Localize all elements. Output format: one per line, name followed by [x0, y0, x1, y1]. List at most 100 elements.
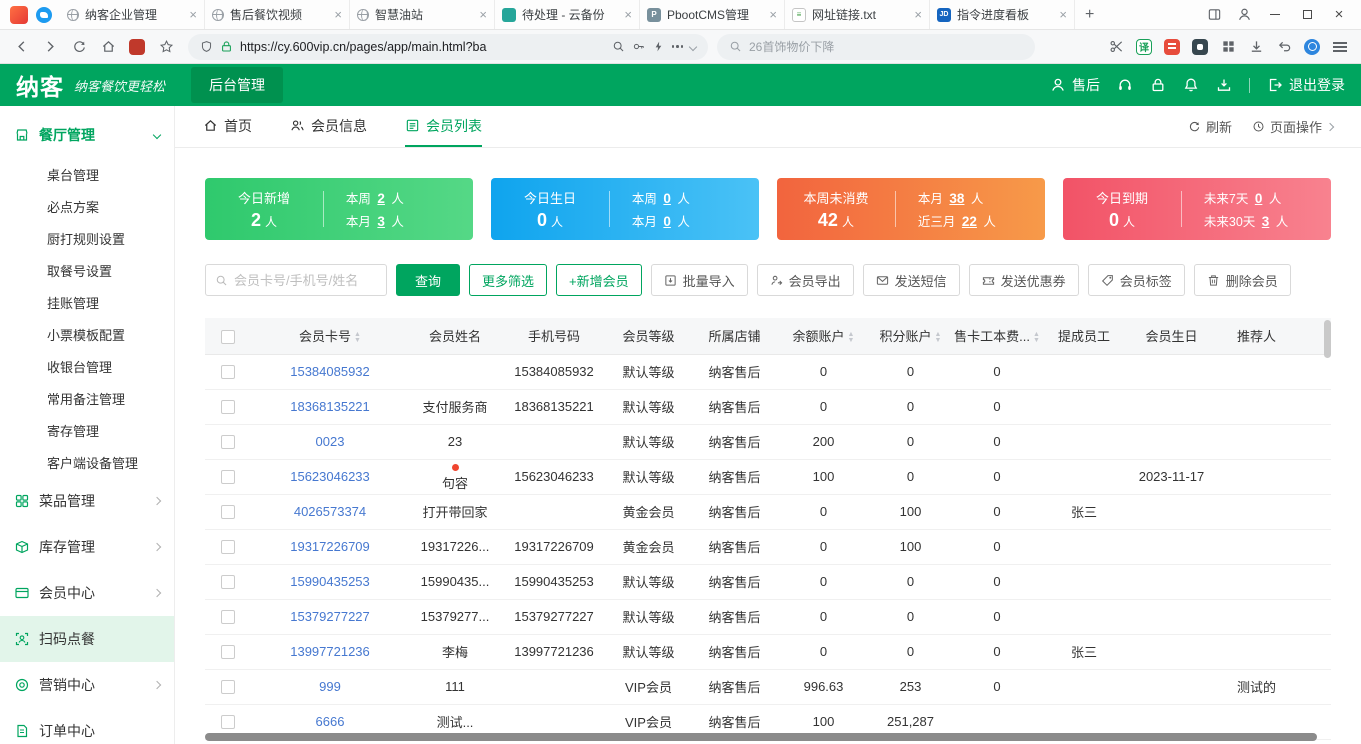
browser-tab[interactable]: JD指令进度看板×: [930, 0, 1075, 29]
more-icon[interactable]: [672, 45, 684, 48]
row-checkbox[interactable]: [221, 680, 235, 694]
site-info-icon[interactable]: [200, 40, 213, 53]
member-export-button[interactable]: 会员导出: [757, 264, 854, 296]
sidebar-subitem[interactable]: 客户端设备管理: [0, 446, 174, 478]
menu-icon[interactable]: [1327, 34, 1353, 60]
tab-close-icon[interactable]: ×: [769, 7, 777, 22]
lock-screen-icon[interactable]: [1150, 77, 1166, 93]
row-checkbox[interactable]: [221, 715, 235, 729]
quick-access-icon[interactable]: [652, 40, 665, 53]
download-center-icon[interactable]: [1216, 77, 1232, 93]
column-header[interactable]: 手机号码: [500, 318, 608, 354]
refresh-button[interactable]: 刷新: [1188, 117, 1232, 136]
row-checkbox[interactable]: [221, 435, 235, 449]
select-all-checkbox[interactable]: [221, 330, 235, 344]
forward-button[interactable]: [37, 34, 63, 60]
browser-tab[interactable]: PPbootCMS管理×: [640, 0, 785, 29]
browser-search-box[interactable]: 26首饰物价下降: [717, 34, 1035, 60]
close-button[interactable]: ×: [1323, 0, 1355, 30]
column-header[interactable]: 余额账户▲▼: [780, 318, 867, 354]
download-icon[interactable]: [1243, 34, 1269, 60]
member-tag-button[interactable]: 会员标签: [1088, 264, 1185, 296]
member-card-link[interactable]: 13997721236: [290, 644, 370, 659]
row-checkbox[interactable]: [221, 540, 235, 554]
more-filter-button[interactable]: 更多筛选: [469, 264, 547, 296]
sidebar-subitem[interactable]: 小票模板配置: [0, 318, 174, 350]
sort-icon[interactable]: ▲▼: [354, 332, 361, 344]
member-card-link[interactable]: 19317226709: [290, 539, 370, 554]
column-header[interactable]: 售卡工本费...▲▼: [954, 318, 1040, 354]
reload-button[interactable]: [66, 34, 92, 60]
dark-extension-icon[interactable]: [1192, 39, 1208, 55]
query-button[interactable]: 查询: [396, 264, 460, 296]
row-checkbox[interactable]: [221, 645, 235, 659]
member-card-link[interactable]: 15379277227: [290, 609, 370, 624]
tab-close-icon[interactable]: ×: [914, 7, 922, 22]
row-checkbox[interactable]: [221, 505, 235, 519]
sort-icon[interactable]: ▲▼: [848, 332, 855, 344]
sidebar-subitem[interactable]: 常用备注管理: [0, 382, 174, 414]
zoom-icon[interactable]: [612, 40, 625, 53]
tab-close-icon[interactable]: ×: [624, 7, 632, 22]
address-bar[interactable]: https://cy.600vip.cn/pages/app/main.html…: [188, 34, 708, 60]
table-vertical-scrollbar[interactable]: [1324, 320, 1331, 358]
row-checkbox[interactable]: [221, 365, 235, 379]
sidebar-subitem[interactable]: 取餐号设置: [0, 254, 174, 286]
dropdown-icon[interactable]: [689, 42, 697, 50]
browser-tab[interactable]: 待处理 - 云备份×: [495, 0, 640, 29]
sidebar-item-1[interactable]: 菜品管理: [0, 478, 174, 524]
page-tab-0[interactable]: 首页: [203, 106, 252, 147]
extension-red-icon[interactable]: [129, 39, 145, 55]
favorites-icon[interactable]: [153, 34, 179, 60]
notification-bell-icon[interactable]: [1183, 77, 1199, 93]
apps-grid-icon[interactable]: [1215, 34, 1241, 60]
home-button[interactable]: [95, 34, 121, 60]
member-card-link[interactable]: 15384085932: [290, 364, 370, 379]
column-header[interactable]: 会员卡号▲▼: [250, 318, 410, 354]
browser-tab[interactable]: 智慧油站×: [350, 0, 495, 29]
member-card-link[interactable]: 999: [319, 679, 341, 694]
sidebar-item-0[interactable]: 餐厅管理: [0, 112, 174, 158]
new-tab-button[interactable]: +: [1075, 6, 1104, 24]
column-header[interactable]: 积分账户▲▼: [867, 318, 954, 354]
current-user[interactable]: 售后: [1050, 75, 1100, 95]
minimize-button[interactable]: [1259, 0, 1291, 30]
row-checkbox[interactable]: [221, 470, 235, 484]
browser-tab[interactable]: ≡网址链接.txt×: [785, 0, 930, 29]
row-checkbox[interactable]: [221, 400, 235, 414]
delete-member-button[interactable]: 删除会员: [1194, 264, 1291, 296]
member-card-link[interactable]: 4026573374: [294, 504, 366, 519]
history-icon[interactable]: [1271, 34, 1297, 60]
sidebar-subitem[interactable]: 寄存管理: [0, 414, 174, 446]
logout-button[interactable]: 退出登录: [1267, 75, 1345, 95]
member-card-link[interactable]: 18368135221: [290, 399, 370, 414]
member-card-link[interactable]: 6666: [316, 714, 345, 729]
translate-icon[interactable]: 译: [1136, 39, 1152, 55]
sidebar-subitem[interactable]: 厨打规则设置: [0, 222, 174, 254]
screenshot-icon[interactable]: [1103, 34, 1129, 60]
sidebar-item-3[interactable]: 会员中心: [0, 570, 174, 616]
member-card-link[interactable]: 15990435253: [290, 574, 370, 589]
sort-icon[interactable]: ▲▼: [935, 332, 942, 344]
hot-list-extension-icon[interactable]: [1164, 39, 1180, 55]
sidebar-item-4[interactable]: 扫码点餐: [0, 616, 174, 662]
table-horizontal-scrollbar[interactable]: [205, 733, 1317, 741]
page-actions-button[interactable]: 页面操作: [1252, 117, 1333, 136]
send-sms-button[interactable]: 发送短信: [863, 264, 960, 296]
tab-close-icon[interactable]: ×: [1059, 7, 1067, 22]
add-member-button[interactable]: +新增会员: [556, 264, 642, 296]
back-button[interactable]: [8, 34, 34, 60]
support-headset-icon[interactable]: [1117, 77, 1133, 93]
member-search-box[interactable]: [205, 264, 387, 296]
pinned-tab-icon[interactable]: [36, 7, 52, 23]
page-tab-2[interactable]: 会员列表: [405, 106, 482, 147]
sidebar-item-2[interactable]: 库存管理: [0, 524, 174, 570]
send-coupon-button[interactable]: 发送优惠券: [969, 264, 1079, 296]
column-header[interactable]: 会员生日: [1128, 318, 1215, 354]
column-header[interactable]: 会员等级: [608, 318, 689, 354]
browser-tab[interactable]: 纳客企业管理×: [60, 0, 205, 29]
sidebar-subitem[interactable]: 桌台管理: [0, 158, 174, 190]
password-key-icon[interactable]: [632, 40, 645, 53]
sidebar-item-5[interactable]: 营销中心: [0, 662, 174, 708]
sidebar-subitem[interactable]: 必点方案: [0, 190, 174, 222]
